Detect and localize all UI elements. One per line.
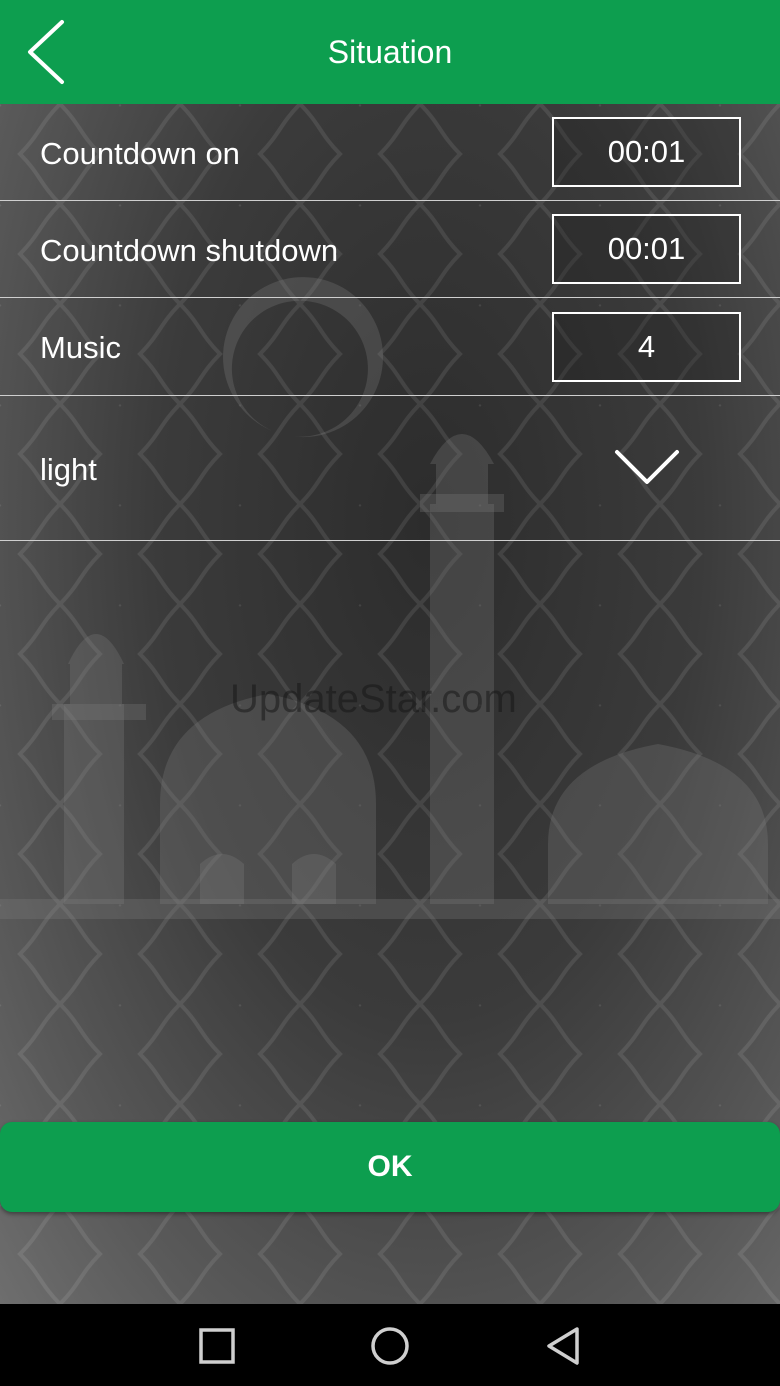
ok-button[interactable]: OK: [0, 1122, 780, 1212]
watermark-text: UpdateStar.com: [230, 677, 517, 721]
row-countdown-shutdown: Countdown shutdown 00:01: [0, 201, 780, 298]
countdown-on-time-field[interactable]: 00:01: [552, 117, 741, 187]
header-bar: Situation: [0, 0, 780, 104]
back-button[interactable]: [18, 18, 82, 86]
row-countdown-on: Countdown on 00:01: [0, 104, 780, 201]
row-label: Countdown shutdown: [40, 233, 339, 268]
system-navigation-bar: [0, 1304, 780, 1386]
chevron-down-icon[interactable]: [614, 448, 680, 488]
row-light-dropdown[interactable]: light: [0, 396, 780, 541]
row-music: Music 4: [0, 298, 780, 396]
row-label: light: [40, 452, 97, 487]
countdown-shutdown-time-field[interactable]: 00:01: [552, 214, 741, 284]
circle-icon[interactable]: [368, 1324, 412, 1368]
triangle-back-icon[interactable]: [541, 1324, 585, 1368]
music-value-field[interactable]: 4: [552, 312, 741, 382]
chevron-left-icon: [28, 20, 64, 84]
square-icon[interactable]: [195, 1324, 239, 1368]
row-label: Countdown on: [40, 136, 240, 171]
page-title: Situation: [327, 34, 453, 70]
row-label: Music: [40, 330, 121, 365]
